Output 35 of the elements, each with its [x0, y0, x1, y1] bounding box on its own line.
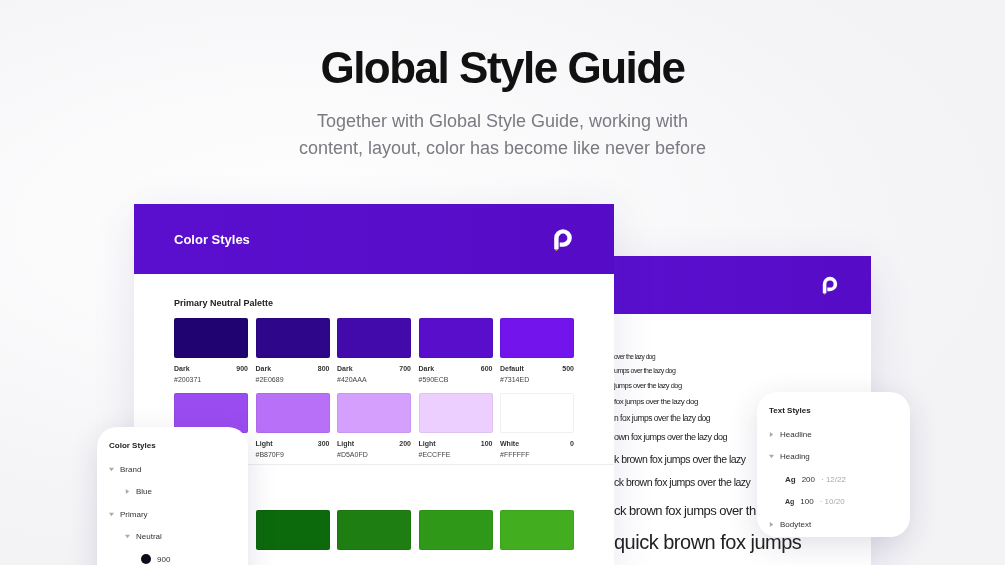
- style-weight[interactable]: 100: [800, 497, 814, 507]
- caret-right-icon[interactable]: [769, 521, 774, 527]
- card-title: Color Styles: [174, 231, 250, 247]
- panel-title: Color Styles: [109, 441, 157, 450]
- tree-item[interactable]: Brand: [120, 464, 142, 474]
- caret-right-icon[interactable]: [769, 431, 774, 437]
- tree-item[interactable]: Heading: [780, 452, 810, 462]
- tree-item[interactable]: 900: [157, 554, 171, 564]
- logo-icon: [552, 226, 574, 252]
- style-metrics: · 10/20: [819, 497, 845, 507]
- style-metrics: · 12/22: [821, 474, 846, 484]
- page-title: Global Style Guide: [320, 42, 685, 94]
- type-sample: Ag: [785, 474, 796, 484]
- specimen-text: quick brown fox jumps: [614, 530, 802, 555]
- tree-item[interactable]: Neutral: [136, 532, 162, 542]
- style-weight[interactable]: 200: [801, 474, 816, 484]
- page-subtitle: Together with Global Style Guide, working with content, layout, color has become like never before: [297, 110, 708, 160]
- specimen-text: ck brown fox jumps over th: [614, 502, 756, 520]
- specimen-text: fox jumps over the lazy dog: [614, 396, 698, 408]
- tree-item[interactable]: Blue: [136, 487, 152, 497]
- tree-item[interactable]: Primary: [120, 509, 148, 519]
- caret-down-icon[interactable]: [769, 454, 774, 460]
- tree-item[interactable]: Headline: [780, 429, 812, 439]
- caret-right-icon[interactable]: [125, 489, 130, 495]
- caret-down-icon[interactable]: [109, 466, 114, 472]
- section-title: Primary Neutral Palette: [174, 298, 275, 308]
- caret-down-icon[interactable]: [109, 511, 114, 517]
- specimen-text: n fox jumps over the lazy dog: [614, 412, 711, 425]
- caret-down-icon[interactable]: [125, 534, 130, 540]
- panel-title: Text Styles: [769, 406, 812, 415]
- tree-item[interactable]: Bodytext: [780, 519, 812, 529]
- specimen-text: ck brown fox jumps over the lazy: [614, 475, 751, 490]
- specimen-text: k brown fox jumps over the lazy: [614, 452, 746, 467]
- specimen-text: own fox jumps over the lazy dog: [614, 431, 728, 444]
- logo-icon: [821, 275, 839, 295]
